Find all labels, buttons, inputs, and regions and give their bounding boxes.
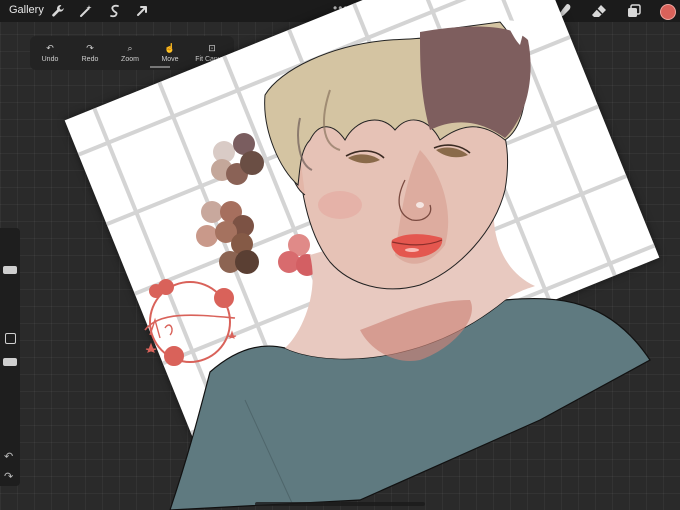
wrench-icon[interactable] xyxy=(50,3,66,19)
move-hand-icon: ☝ xyxy=(164,43,176,53)
redo-button[interactable]: ↷ Redo xyxy=(70,42,110,63)
move-label: Move xyxy=(161,56,179,63)
sidebar-redo-icon[interactable]: ↷ xyxy=(4,470,13,483)
zoom-label: Zoom xyxy=(121,56,139,63)
brush-size-sidebar: ↶ ↷ xyxy=(0,228,20,486)
opacity-slider[interactable] xyxy=(3,358,17,366)
sidebar-undo-icon[interactable]: ↶ xyxy=(4,450,13,463)
eyedropper-button[interactable] xyxy=(5,333,16,344)
quick-menu-handle[interactable] xyxy=(150,66,170,68)
fit-canvas-icon: ⊡ xyxy=(208,43,216,53)
home-indicator[interactable] xyxy=(255,502,425,506)
undo-label: Undo xyxy=(41,56,59,63)
transform-arrow-icon[interactable] xyxy=(134,3,150,19)
brush-size-slider[interactable] xyxy=(3,266,17,274)
undo-button[interactable]: ↶ Undo xyxy=(30,42,70,63)
selection-icon[interactable] xyxy=(107,3,123,19)
zoom-button[interactable]: ⌕ Zoom xyxy=(110,42,150,63)
redo-label: Redo xyxy=(81,56,99,63)
magic-wand-icon[interactable] xyxy=(78,3,94,19)
gallery-button[interactable]: Gallery xyxy=(9,4,44,16)
redo-icon: ↷ xyxy=(86,43,94,53)
move-button[interactable]: ☝ Move xyxy=(150,42,190,63)
layers-icon[interactable] xyxy=(625,2,643,20)
color-picker-button[interactable] xyxy=(660,4,676,20)
zoom-icon: ⌕ xyxy=(127,43,133,53)
eraser-icon[interactable] xyxy=(590,2,608,20)
undo-icon: ↶ xyxy=(46,43,54,53)
